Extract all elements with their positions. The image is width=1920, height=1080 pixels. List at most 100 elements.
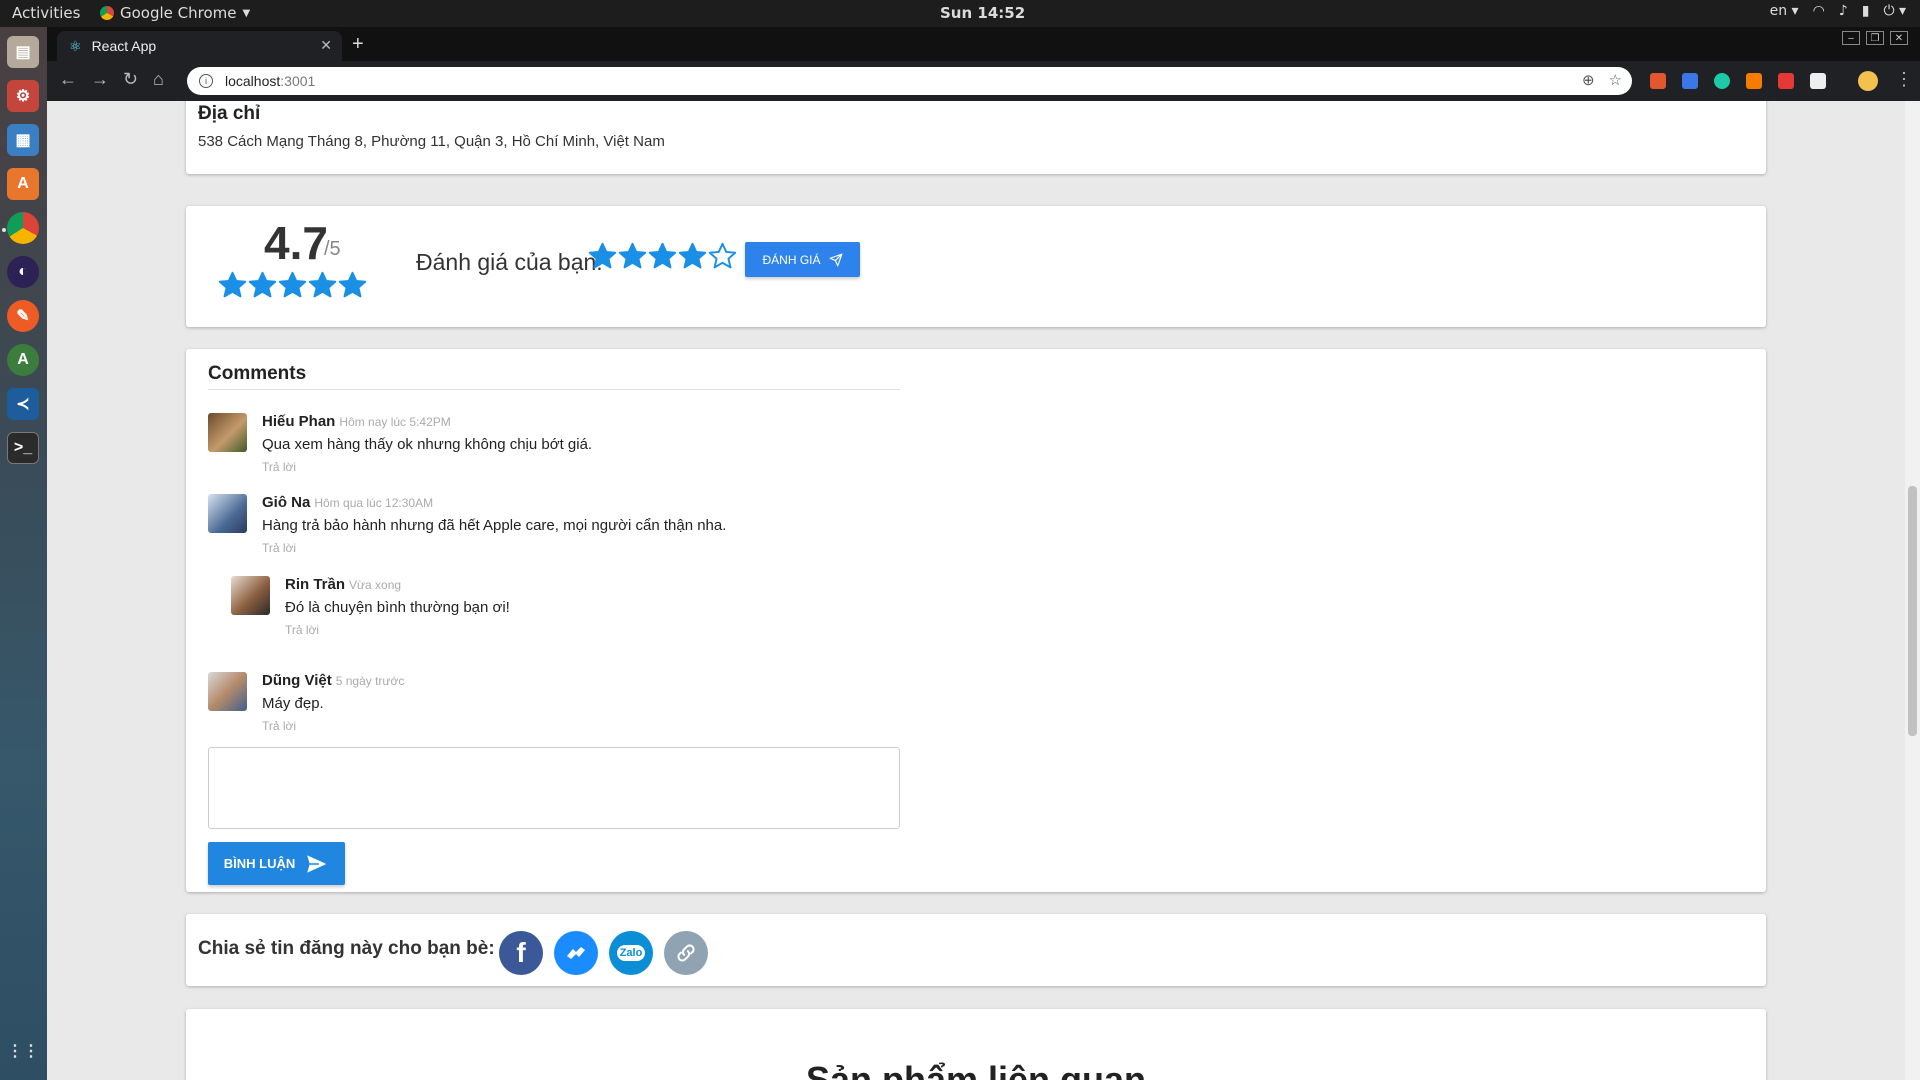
writer-icon[interactable]: ▦ xyxy=(7,124,39,156)
tab-react-app[interactable]: ⚛ React App ✕ xyxy=(57,31,342,61)
star-empty-icon[interactable] xyxy=(708,242,737,271)
post-comment-label: BÌNH LUẬN xyxy=(223,856,296,871)
star-filled-icon xyxy=(248,271,277,298)
comment-time: Hôm nay lúc 5:42PM xyxy=(339,415,451,429)
comment-author[interactable]: Hiếu Phan Hôm nay lúc 5:42PM xyxy=(262,413,451,430)
comment-item: Hiếu Phan Hôm nay lúc 5:42PM Qua xem hàng… xyxy=(208,413,808,474)
comment-text: Đó là chuyện bình thường bạn ơi! xyxy=(285,599,510,616)
vscode-icon[interactable]: ≺ xyxy=(7,388,39,420)
score-max: /5 xyxy=(324,238,341,260)
share-card: Chia sẻ tin đăng này cho bạn bè: f Zalo xyxy=(186,914,1766,986)
star-filled-icon[interactable] xyxy=(678,242,707,271)
submit-rating-button[interactable]: ĐÁNH GIÁ xyxy=(745,242,860,277)
send-icon xyxy=(829,253,842,266)
chrome-menu-icon[interactable]: ⋮ xyxy=(1895,69,1913,90)
new-tab-button[interactable]: + xyxy=(352,33,364,56)
extension-icon-1[interactable] xyxy=(1650,73,1666,89)
zalo-icon[interactable]: Zalo xyxy=(609,931,653,975)
bookmark-star-icon[interactable]: ☆ xyxy=(1609,71,1622,89)
extension-icon-6[interactable] xyxy=(1810,73,1826,89)
address-value: 538 Cách Mạng Tháng 8, Phường 11, Quận 3… xyxy=(198,133,665,150)
files-icon[interactable]: ▤ xyxy=(7,36,39,68)
link-icon[interactable] xyxy=(664,931,708,975)
average-score: 4.7 xyxy=(264,217,328,269)
url-port: :3001 xyxy=(280,73,316,89)
avatar[interactable] xyxy=(231,576,270,615)
tab-title: React App xyxy=(91,38,157,54)
comments-card: Comments Hiếu Phan Hôm nay lúc 5:42PM Qua… xyxy=(186,349,1766,892)
battery-icon: ▮ xyxy=(1861,3,1870,19)
comment-input[interactable] xyxy=(208,747,900,829)
forward-icon[interactable]: → xyxy=(91,69,109,90)
page-scrollbar[interactable] xyxy=(1905,101,1920,1080)
star-filled-icon xyxy=(278,271,307,298)
facebook-icon[interactable]: f xyxy=(499,931,543,975)
software-center-icon[interactable]: A xyxy=(7,168,39,200)
avatar[interactable] xyxy=(208,494,247,533)
comment-text: Qua xem hàng thấy ok nhưng không chịu bớ… xyxy=(262,436,593,453)
extension-icon-3[interactable] xyxy=(1714,73,1730,89)
comment-author[interactable]: Rin Trần Vừa xong xyxy=(285,576,401,593)
translate-icon[interactable] xyxy=(1682,73,1698,89)
chrome-dock-icon[interactable] xyxy=(7,212,39,244)
comment-author[interactable]: Giô Na Hôm qua lúc 12:30AM xyxy=(262,494,433,511)
active-app-indicator xyxy=(2,228,6,232)
app-menu[interactable]: Google Chrome ▼ xyxy=(100,4,250,22)
post-comment-button[interactable]: BÌNH LUẬN xyxy=(208,842,345,885)
tab-strip: ⚛ React App ✕ + – ❐ ✕ xyxy=(47,27,1920,61)
comment-reply-item: Rin Trần Vừa xong Đó là chuyện bình thườn… xyxy=(231,576,831,637)
browser-chrome: ⚛ React App ✕ + – ❐ ✕ ← → ↻ ⌂ i localhos… xyxy=(47,27,1920,101)
postman-icon[interactable]: ✎ xyxy=(7,300,39,332)
star-filled-icon[interactable] xyxy=(588,242,617,271)
reply-link[interactable]: Trả lời xyxy=(262,719,296,733)
zoom-icon[interactable]: ⊕ xyxy=(1582,71,1595,89)
app-name: Google Chrome xyxy=(120,4,237,22)
your-rating-stars[interactable] xyxy=(588,242,737,271)
reply-link[interactable]: Trả lời xyxy=(285,623,319,637)
divider xyxy=(208,389,900,390)
clock[interactable]: Sun 14:52 xyxy=(940,4,1025,22)
extension-icon-5[interactable] xyxy=(1778,73,1794,89)
android-studio-icon[interactable]: A xyxy=(7,344,39,376)
restore-button[interactable]: ❐ xyxy=(1866,31,1884,45)
close-tab-icon[interactable]: ✕ xyxy=(320,37,332,54)
power-menu-icon[interactable]: ⏻ ▾ xyxy=(1883,3,1906,19)
minimize-button[interactable]: – xyxy=(1842,31,1860,45)
eclipse-icon[interactable]: ◐ xyxy=(7,256,39,288)
star-filled-icon[interactable] xyxy=(618,242,647,271)
reload-icon[interactable]: ↻ xyxy=(123,69,138,90)
avatar[interactable] xyxy=(208,413,247,452)
submit-rating-label: ĐÁNH GIÁ xyxy=(762,252,821,267)
reply-link[interactable]: Trả lời xyxy=(262,460,296,474)
info-icon[interactable]: i xyxy=(199,74,213,88)
comment-item: Dũng Việt 5 ngày trước Máy đẹp. Trả lời xyxy=(208,672,808,733)
messenger-icon[interactable] xyxy=(554,931,598,975)
system-tray[interactable]: en ▾ ◠ ♪ ▮ ⏻ ▾ xyxy=(1770,3,1906,19)
rating-card: 4.7 /5 Đánh giá của bạn: ĐÁNH GIÁ xyxy=(186,206,1766,327)
react-icon: ⚛ xyxy=(69,37,82,54)
scrollbar-thumb[interactable] xyxy=(1908,486,1917,736)
extension-icon-4[interactable] xyxy=(1746,73,1762,89)
comment-text: Máy đẹp. xyxy=(262,695,324,712)
settings-icon[interactable]: ⚙ xyxy=(7,80,39,112)
profile-avatar[interactable] xyxy=(1858,71,1878,91)
back-icon[interactable]: ← xyxy=(59,69,77,90)
star-filled-icon xyxy=(308,271,337,298)
window-close-button[interactable]: ✕ xyxy=(1890,31,1908,45)
star-filled-icon xyxy=(218,271,247,298)
terminal-icon[interactable]: >_ xyxy=(7,432,39,464)
comment-author[interactable]: Dũng Việt 5 ngày trước xyxy=(262,672,404,689)
comments-title: Comments xyxy=(208,363,307,384)
comment-time: Hôm qua lúc 12:30AM xyxy=(314,496,434,510)
wifi-icon: ◠ xyxy=(1812,3,1825,19)
star-filled-icon[interactable] xyxy=(648,242,677,271)
address-bar[interactable]: i localhost:3001 ⊕ ☆ xyxy=(187,67,1632,95)
avatar[interactable] xyxy=(208,672,247,711)
language-indicator[interactable]: en ▾ xyxy=(1770,3,1799,19)
home-icon[interactable]: ⌂ xyxy=(153,69,164,90)
activities-button[interactable]: Activities xyxy=(12,4,80,22)
show-apps-icon[interactable]: ⋮⋮ xyxy=(7,1035,39,1067)
your-rating-label: Đánh giá của bạn: xyxy=(416,249,603,275)
chevron-down-icon: ▼ xyxy=(242,7,251,19)
reply-link[interactable]: Trả lời xyxy=(262,541,296,555)
